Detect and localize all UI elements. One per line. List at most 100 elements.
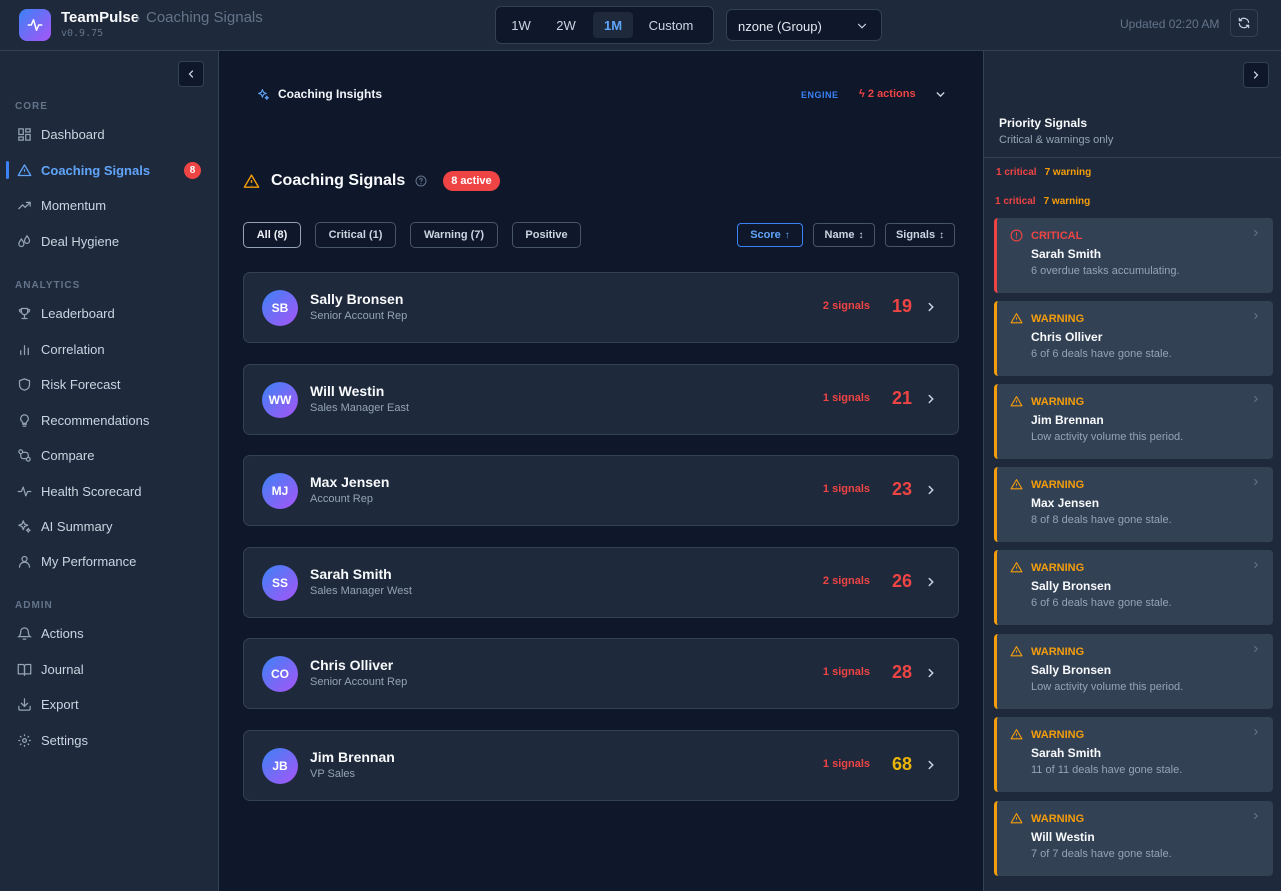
collapse-sidebar-button[interactable] [178,61,204,87]
rep-role: Senior Account Rep [310,310,408,322]
severity-counts: 1 critical 7 warning [995,196,1090,207]
sidebar-item-actions[interactable]: Actions [0,618,218,648]
rep-card[interactable]: SS Sarah Smith Sales Manager West 2 signals… [243,546,959,618]
section-label-analytics: ANALYTICS [15,280,81,291]
divider [984,157,1281,158]
warning-signal-card[interactable]: WARNING Jim Brennan Low activity volume th… [994,384,1273,459]
sidebar-item-ai-summary[interactable]: AI Summary [0,511,218,541]
chevron-right-icon [1251,477,1261,487]
sidebar-item-coaching-signals[interactable]: Coaching Signals 8 [0,155,218,185]
warning-signal-card[interactable]: WARNING Sally Bronsen 6 of 6 deals have go… [994,550,1273,625]
sidebar-item-dashboard[interactable]: Dashboard [0,119,218,149]
collapse-panel-button[interactable] [1243,62,1269,88]
alert-circle-icon [1010,229,1023,242]
range-1m-button[interactable]: 1M [593,12,633,38]
chevron-right-icon [1251,228,1261,238]
range-1w-button[interactable]: 1W [502,12,540,38]
warning-icon [1010,312,1023,325]
sidebar-item-label: Risk Forecast [41,376,121,392]
group-select[interactable]: nzone (Group) [726,9,882,41]
warning-signal-card[interactable]: WARNING Max Jensen 8 of 8 deals have gone … [994,467,1273,542]
refresh-button[interactable] [1230,9,1258,37]
filter-critical-button[interactable]: Critical (1) [315,222,396,248]
rep-name: Jim Brennan [310,748,395,765]
chevron-right-icon [1251,394,1261,404]
filter-warning-button[interactable]: Warning (7) [410,222,498,248]
insights-actions-link[interactable]: ϟ 2 actions [859,88,916,100]
sidebar-item-risk-forecast[interactable]: Risk Forecast [0,369,218,399]
compare-icon [15,446,33,464]
sidebar-item-label: Momentum [41,197,107,213]
chevron-right-icon [924,575,938,589]
sidebar-item-deal-hygiene[interactable]: Deal Hygiene [0,226,218,256]
updated-timestamp: Updated 02:20 AM [1120,17,1220,31]
download-icon [15,695,33,713]
critical-signal-card[interactable]: CRITICAL Sarah Smith 6 overdue tasks accum… [994,218,1273,293]
engine-label: ENGINE [801,90,839,100]
coaching-insights-header[interactable]: Coaching Insights [257,87,382,101]
bar-chart-icon [15,340,33,358]
rep-card[interactable]: MJ Max Jensen Account Rep 1 signals 23 [243,455,959,526]
sidebar-item-journal[interactable]: Journal [0,654,218,684]
sidebar-item-compare[interactable]: Compare [0,440,218,470]
sidebar-item-leaderboard[interactable]: Leaderboard [0,298,218,328]
range-2w-button[interactable]: 2W [546,12,586,38]
sidebar-item-recommendations[interactable]: Recommendations [0,405,218,435]
app-version: v0.9.75 [61,28,104,39]
warning-icon [243,173,260,188]
signal-severity: WARNING [1031,729,1085,741]
sort-both-icon: ↕ [939,229,945,241]
sidebar-item-health-scorecard[interactable]: Health Scorecard [0,476,218,506]
sidebar-item-my-performance[interactable]: My Performance [0,546,218,576]
sort-signals-button[interactable]: Signals ↕ [885,223,955,247]
rep-score: 28 [891,662,912,682]
insights-actions-count: 2 actions [867,88,916,100]
warning-icon [15,161,33,179]
chevron-right-icon [1251,727,1261,737]
rep-signal-count: 1 signals [822,483,870,495]
warning-signal-card[interactable]: WARNING Will Westin 7 of 7 deals have gone… [994,801,1273,876]
chevron-left-icon [188,70,194,78]
rep-score: 21 [891,387,912,408]
active-count-badge: 8 active [443,171,500,191]
sidebar-item-correlation[interactable]: Correlation [0,334,218,364]
rep-card[interactable]: SB Sally Bronsen Senior Account Rep 2 signa… [243,272,959,343]
warning-signal-card[interactable]: WARNING Sarah Smith 11 of 11 deals have go… [994,717,1273,792]
rep-signal-count: 1 signals [822,391,870,404]
signal-description: Low activity volume this period. [1031,431,1184,443]
avatar: JB [262,747,298,784]
signal-rep-name: Sarah Smith [1031,746,1102,760]
rep-card[interactable]: WW Will Westin Sales Manager East 1 signals… [243,363,959,435]
chevron-right-icon [1251,560,1261,570]
sidebar-item-settings[interactable]: Settings [0,725,218,755]
warning-icon [1010,478,1023,491]
expand-insights-button[interactable] [934,88,947,101]
book-icon [15,660,33,678]
section-label-core: CORE [15,101,48,112]
sort-name-button[interactable]: Name ↕ [813,223,875,247]
help-icon[interactable] [415,175,427,187]
sort-score-button[interactable]: Score ↑ [737,223,803,247]
sidebar-item-momentum[interactable]: Momentum [0,190,218,220]
filter-positive-button[interactable]: Positive [512,222,581,248]
rep-name: Max Jensen [310,474,390,490]
sidebar-item-export[interactable]: Export [0,689,218,719]
warning-count: 7 warning [1044,167,1092,178]
signal-rep-name: Sally Bronsen [1031,663,1112,677]
rep-card[interactable]: JB Jim Brennan VP Sales 1 signals 68 [243,729,959,801]
sidebar-item-label: Deal Hygiene [41,233,120,249]
priority-signals-panel: Priority Signals Critical & warnings onl… [983,51,1281,891]
app-logo[interactable] [19,9,51,41]
sort-label: Name [824,229,855,241]
filter-all-button[interactable]: All (8) [243,222,301,248]
signal-severity: WARNING [1031,479,1085,491]
time-range-toggle: 1W 2W 1M Custom [495,6,714,44]
avatar: SB [262,290,298,326]
warning-signal-card[interactable]: WARNING Sally Bronsen Low activity volume … [994,634,1273,709]
warning-signal-card[interactable]: WARNING Chris Olliver 6 of 6 deals have go… [994,301,1273,376]
rep-card[interactable]: CO Chris Olliver Senior Account Rep 1 signa… [243,638,959,709]
sidebar-item-label: Correlation [41,341,105,357]
range-custom-button[interactable]: Custom [639,12,703,38]
signal-description: Low activity volume this period. [1031,681,1184,693]
sidebar-item-label: Recommendations [41,412,150,428]
